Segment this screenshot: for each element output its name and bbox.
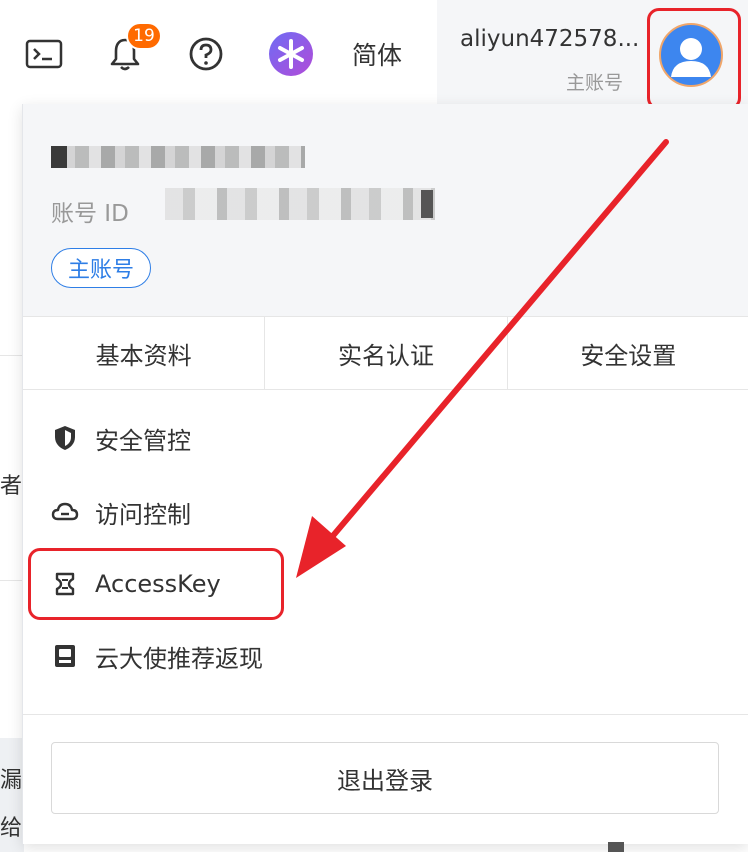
menu-item-label: 安全管控 [95,426,191,455]
shield-icon [51,424,79,452]
terminal-icon[interactable] [18,26,70,82]
tab-real-name-verification[interactable]: 实名认证 [264,317,506,389]
background-text-fragment: 给 [0,816,23,841]
redacted-account-name [51,146,305,168]
language-switch[interactable]: 简体 [352,36,402,72]
menu-item-access-control[interactable]: 访问控制 [23,482,748,542]
menu-item-label: 云大使推荐返现 [95,644,263,673]
background-divider [0,355,24,356]
redacted-account-id-end [421,190,433,218]
account-dropdown-panel: 账号 ID 主账号 基本资料 实名认证 安全设置 安全管控 访问控制 Acces… [22,104,748,844]
notification-badge: 19 [126,22,162,50]
redacted-account-name-initial [51,146,67,168]
cloud-icon [51,498,79,526]
help-icon[interactable] [180,26,232,82]
spark-logo-icon[interactable] [262,26,320,82]
account-id-label: 账号 ID [51,201,129,227]
tab-security-settings[interactable]: 安全设置 [506,317,748,389]
account-type: 主账号 [566,72,624,94]
account-summary: 账号 ID 主账号 [23,104,748,316]
background-text-fragment: 漏 [0,768,23,793]
top-navigation-bar: 19 简体 aliyun472578... 主账号 [0,0,748,110]
account-tabs: 基本资料 实名认证 安全设置 [23,316,748,390]
background-text-fragment: 者 [0,474,23,499]
account-name[interactable]: aliyun472578... [460,26,639,52]
menu-item-label: 访问控制 [95,500,191,529]
scrollbar-thumb[interactable] [608,842,624,852]
menu-item-security-control[interactable]: 安全管控 [23,408,748,468]
tab-basic-info[interactable]: 基本资料 [23,317,264,389]
avatar-highlight-box [647,8,741,110]
accesskey-highlight-box [28,548,284,620]
logout-button[interactable]: 退出登录 [51,742,719,814]
background-divider [0,580,24,581]
role-tag: 主账号 [51,248,152,288]
redacted-account-id [165,188,435,220]
menu-item-referral-rebate[interactable]: 云大使推荐返现 [23,626,748,686]
card-icon [51,642,79,670]
panel-divider [23,714,748,715]
